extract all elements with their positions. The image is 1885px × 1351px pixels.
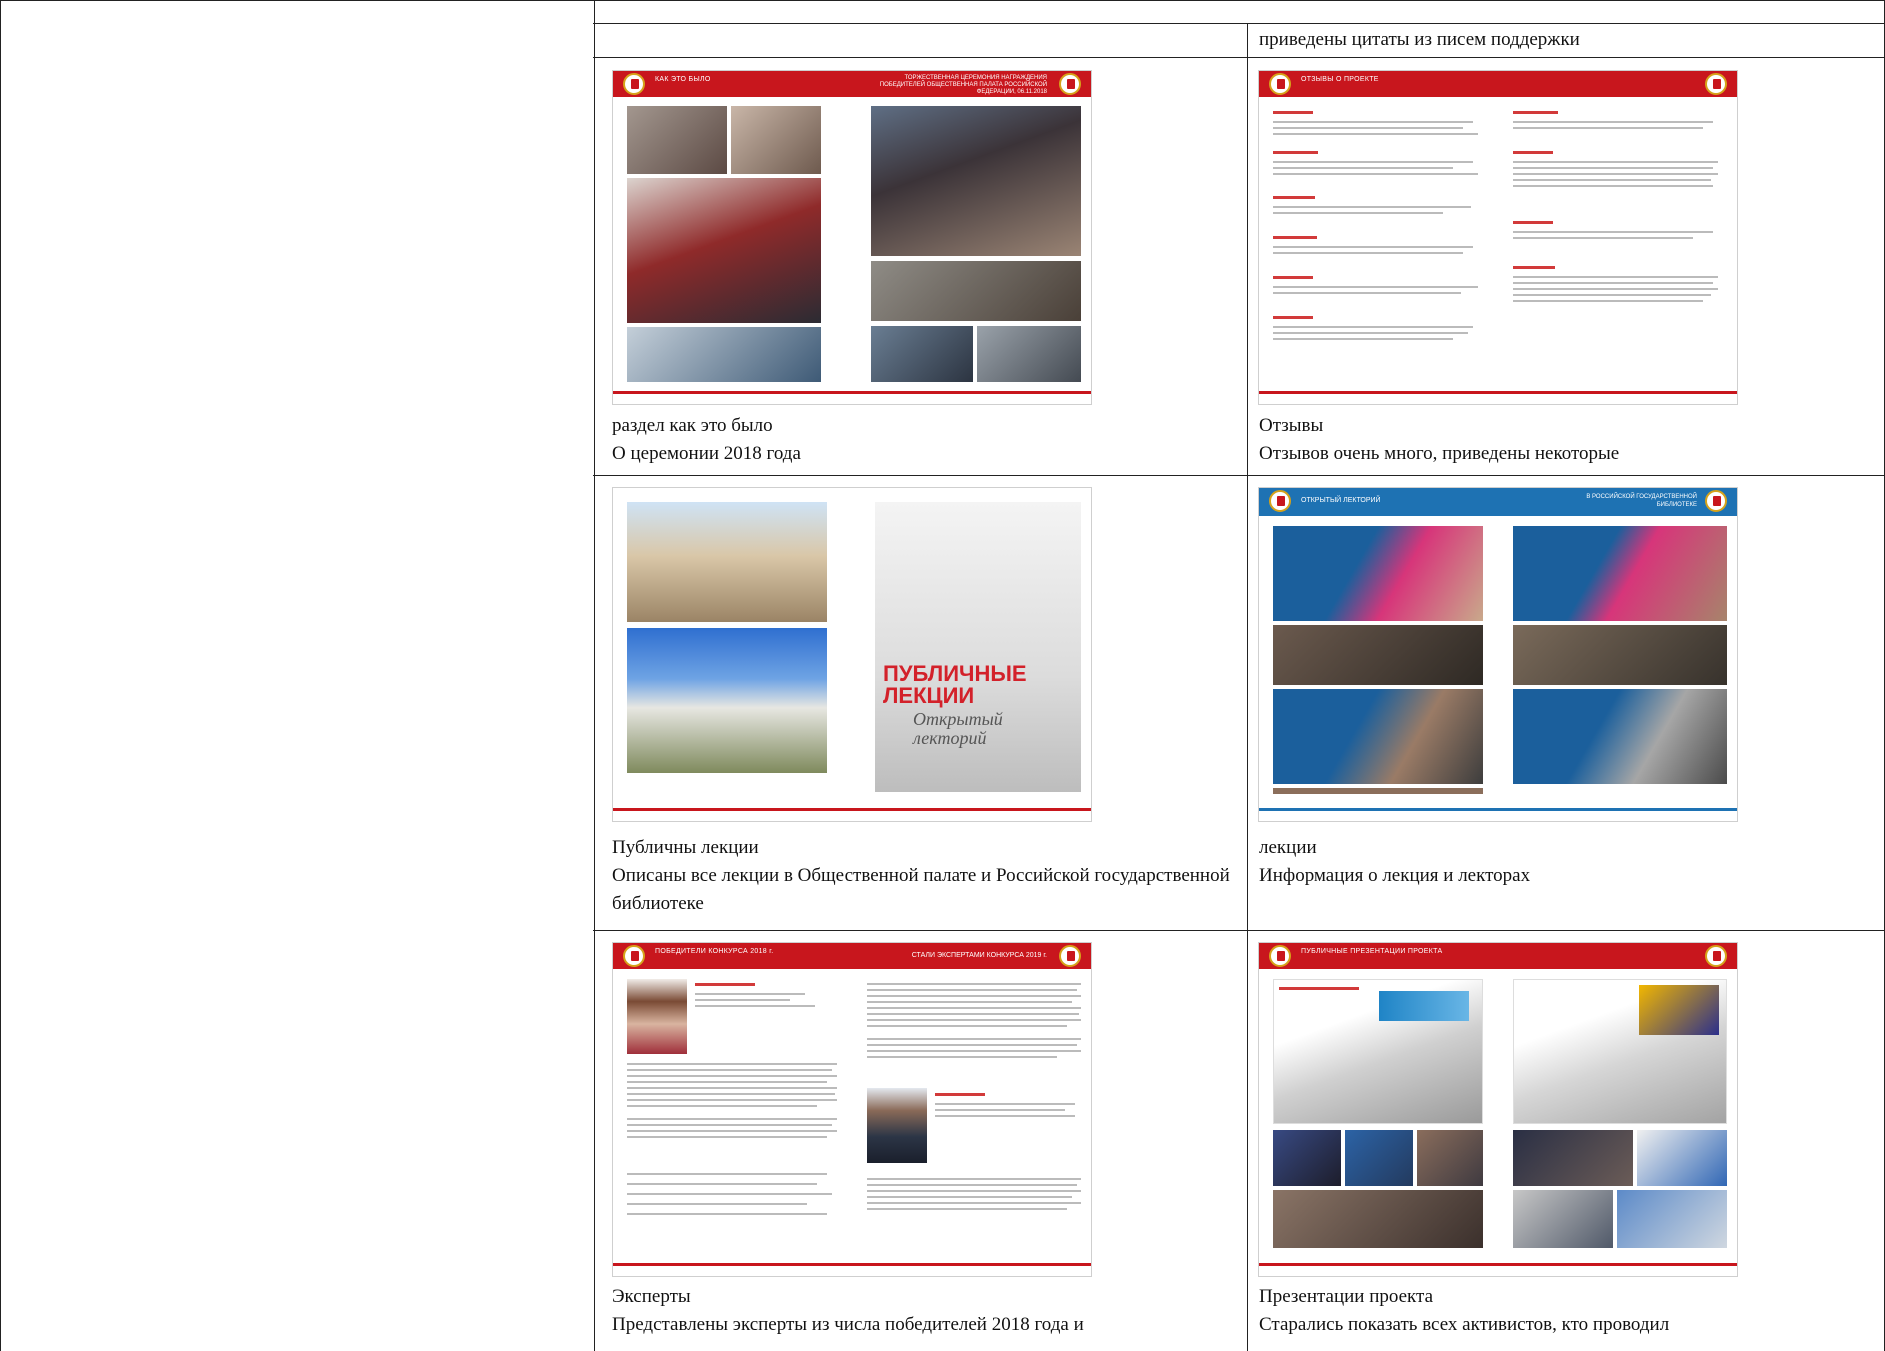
building-photo <box>627 628 827 773</box>
cell-description: Описаны все лекции в Общественной палате… <box>612 865 1230 914</box>
award-emblem-icon <box>1269 490 1291 512</box>
event-photo <box>627 327 821 382</box>
award-emblem-icon <box>1269 945 1291 967</box>
column-divider-outer <box>594 0 595 1351</box>
cell-description: Представлены эксперты из числа победител… <box>612 1314 1084 1335</box>
thumbnail-reviews: ОТЗЫВЫ О ПРОЕКТЕ <box>1258 70 1738 405</box>
lecture-poster <box>875 502 1081 792</box>
cell-title: Эксперты <box>612 1286 691 1307</box>
poster-title: ПУБЛИЧНЫЕ ЛЕКЦИИ <box>883 661 1027 708</box>
thumbnail-public-lectures: ПУБЛИЧНЫЕ ЛЕКЦИИ Открытый лекторий <box>612 487 1092 822</box>
thumbnail-experts: ПОБЕДИТЕЛИ КОНКУРСА 2018 г. СТАЛИ ЭКСПЕР… <box>612 942 1092 1277</box>
cell-title: раздел как это было <box>612 415 773 436</box>
cell-description: Старались показать всех активистов, кто … <box>1259 1314 1670 1335</box>
event-photo <box>871 261 1081 321</box>
thumbnail-ceremony: КАК ЭТО БЫЛО ТОРЖЕСТВЕННАЯ ЦЕРЕМОНИЯ НАГ… <box>612 70 1092 405</box>
cell-title: лекции <box>1259 837 1317 858</box>
expert-portrait <box>627 979 687 1054</box>
event-photo <box>871 326 973 382</box>
award-emblem-icon <box>1705 490 1727 512</box>
poster-subtitle: Открытый лекторий <box>913 709 1003 748</box>
cell-description: Информация о лекция и лекторах <box>1259 865 1531 886</box>
award-emblem-icon <box>1059 945 1081 967</box>
cell-description: О церемонии 2018 года <box>612 443 801 464</box>
inner-border-top <box>593 23 1885 24</box>
cell-title: Публичны лекции <box>612 837 759 858</box>
table-border-top <box>0 0 1885 1</box>
award-emblem-icon <box>1269 73 1291 95</box>
row-divider-3 <box>593 930 1885 931</box>
award-emblem-icon <box>1705 945 1727 967</box>
award-emblem-icon <box>623 945 645 967</box>
award-emblem-icon <box>1705 73 1727 95</box>
event-photo <box>627 106 727 174</box>
inner-column-divider <box>1247 23 1248 1351</box>
event-photo <box>871 106 1081 256</box>
document-table: приведены цитаты из писем поддержки КАК … <box>0 0 1885 1351</box>
building-photo <box>627 502 827 622</box>
award-emblem-icon <box>1059 73 1081 95</box>
event-photo <box>731 106 821 174</box>
row-divider-2 <box>593 475 1885 476</box>
thumbnail-presentations: ПУБЛИЧНЫЕ ПРЕЗЕНТАЦИИ ПРОЕКТА <box>1258 942 1738 1277</box>
cell-description: Отзывов очень много, приведены некоторые <box>1259 443 1620 464</box>
table-border-left <box>0 0 1 1351</box>
award-emblem-icon <box>623 73 645 95</box>
cell-title: Отзывы <box>1259 415 1324 436</box>
event-photo <box>977 326 1081 382</box>
event-photo <box>627 178 821 323</box>
support-letters-note: приведены цитаты из писем поддержки <box>1259 29 1580 50</box>
cell-title: Презентации проекта <box>1259 1286 1433 1307</box>
expert-portrait <box>867 1088 927 1163</box>
thumbnail-lecturers: ОТКРЫТЫЙ ЛЕКТОРИЙ В РОССИЙСКОЙ ГОСУДАРСТ… <box>1258 487 1738 822</box>
row-divider-1 <box>593 57 1885 58</box>
